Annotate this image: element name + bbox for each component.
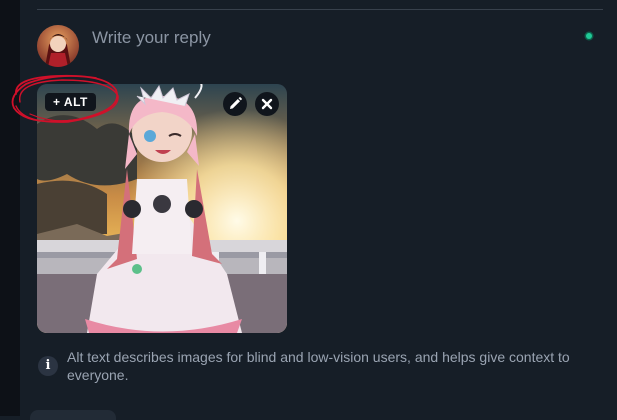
media-attachment: + ALT [37, 84, 287, 333]
alt-text-help: Alt text describes images for blind and … [67, 349, 570, 383]
add-alt-text-button[interactable]: + ALT [45, 93, 96, 111]
status-dot [586, 33, 592, 39]
pencil-icon [230, 97, 242, 109]
edit-media-button[interactable] [223, 92, 247, 116]
attached-image [37, 84, 287, 333]
info-icon: i [38, 356, 58, 376]
left-rail [0, 0, 20, 416]
remove-media-button[interactable] [255, 92, 279, 116]
bottom-toolbar-stub [30, 410, 116, 420]
close-icon [261, 98, 273, 110]
divider [37, 9, 603, 10]
avatar[interactable] [37, 25, 79, 67]
reply-input[interactable]: Write your reply [92, 28, 211, 48]
